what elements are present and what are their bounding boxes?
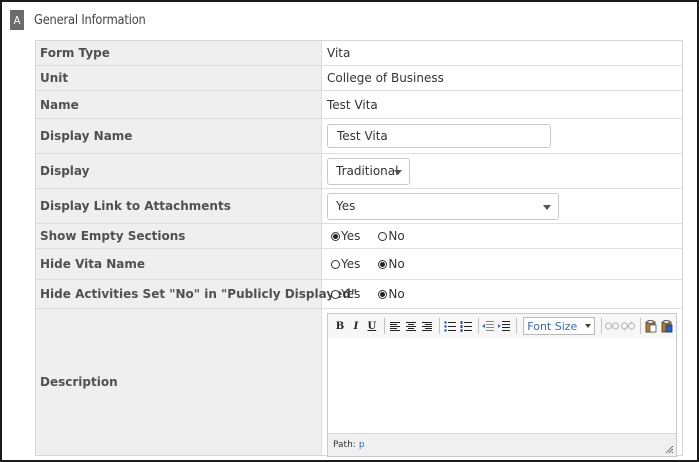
editor-content-area[interactable] [328, 338, 676, 434]
radio-label: No [388, 257, 405, 271]
show-empty-no-radio[interactable] [378, 231, 388, 241]
form-row-display-link: Display Link to Attachments Yes [36, 189, 682, 224]
hide-vita-name-no-radio[interactable] [378, 259, 388, 269]
paste-icon[interactable] [644, 318, 658, 334]
field-label: Description [36, 309, 322, 455]
display-link-select[interactable]: Yes [327, 192, 559, 220]
align-center-icon[interactable] [404, 318, 418, 334]
display-select[interactable]: Traditional [327, 157, 410, 185]
form-row-unit: Unit College of Business [36, 66, 682, 91]
form-row-display: Display Traditional [36, 154, 682, 189]
field-label: Display [36, 154, 322, 188]
radio-label: No [388, 229, 405, 243]
field-label: Show Empty Sections [36, 224, 322, 248]
field-label: Hide Vita Name [36, 249, 322, 279]
hide-activities-yes-option[interactable]: Yes [331, 287, 360, 301]
description-cell: B I U Font Size Path: p [323, 309, 682, 457]
field-label: Display Link to Attachments [36, 189, 322, 223]
form-row-show-empty-sections: Show Empty Sections Yes No [36, 224, 682, 249]
path-element-link[interactable]: p [359, 440, 365, 450]
align-right-icon[interactable] [420, 318, 434, 334]
hide-vita-name-yes-option[interactable]: Yes [331, 257, 360, 271]
hide-activities-no-radio[interactable] [378, 289, 388, 299]
form-row-form-type: Form Type Vita [36, 41, 682, 66]
display-link-cell: Yes [323, 189, 682, 223]
bullet-list-icon[interactable] [443, 318, 457, 334]
form-type-value: Vita [327, 46, 351, 60]
form-row-description: Description B I U Font Size Path: p [36, 309, 682, 457]
chevron-down-icon [585, 324, 592, 328]
toolbar-divider [516, 318, 518, 334]
hide-vita-name-cell: Yes No [323, 249, 682, 279]
indent-icon[interactable] [497, 318, 511, 334]
radio-label: Yes [341, 287, 361, 301]
field-label: Display Name [36, 119, 322, 153]
form-row-name: Name Test Vita [36, 91, 682, 119]
font-size-select[interactable]: Font Size [523, 317, 596, 335]
show-empty-cell: Yes No [323, 224, 682, 248]
hide-activities-no-option[interactable]: No [378, 287, 405, 301]
form-row-display-name: Display Name [36, 119, 682, 154]
toolbar-divider [601, 318, 603, 334]
resize-grip-icon[interactable] [665, 445, 674, 454]
unit-value: College of Business [327, 71, 444, 85]
toolbar-divider [640, 318, 642, 334]
field-label: Name [36, 91, 322, 118]
hide-vita-name-radio-group: Yes No [327, 257, 423, 271]
unlink-icon[interactable] [621, 318, 636, 334]
link-icon[interactable] [605, 318, 620, 334]
section-badge: A [10, 10, 24, 30]
hide-activities-radio-group: Yes No [327, 287, 423, 301]
field-label: Unit [36, 66, 322, 90]
field-label: Form Type [36, 41, 322, 65]
section-header: A General Information [10, 10, 161, 30]
editor-status-bar: Path: p [328, 433, 676, 456]
display-select-value: Traditional [336, 164, 399, 178]
section-title: General Information [34, 12, 146, 28]
chevron-down-icon [394, 169, 402, 175]
hide-vita-name-yes-radio[interactable] [331, 259, 340, 269]
font-size-label: Font Size [527, 319, 578, 333]
form-row-hide-activities: Hide Activities Set "No" in "Publicly Di… [36, 280, 682, 309]
radio-label: No [388, 287, 405, 301]
radio-label: Yes [341, 257, 361, 271]
show-empty-no-option[interactable]: No [378, 229, 405, 243]
field-label: Hide Activities Set "No" in "Publicly Di… [36, 280, 357, 308]
toolbar-divider [383, 318, 385, 334]
display-name-cell [323, 119, 682, 153]
form-row-hide-vita-name: Hide Vita Name Yes No [36, 249, 682, 280]
toolbar-divider [438, 318, 440, 334]
display-name-input[interactable] [327, 124, 551, 148]
hide-activities-yes-radio[interactable] [331, 289, 340, 299]
path-label: Path: [333, 440, 356, 450]
numbered-list-icon[interactable] [459, 318, 473, 334]
show-empty-yes-radio[interactable] [331, 231, 340, 241]
toolbar-divider [477, 318, 479, 334]
bold-icon[interactable]: B [333, 318, 347, 334]
radio-label: Yes [341, 229, 361, 243]
italic-icon[interactable]: I [349, 318, 363, 334]
align-left-icon[interactable] [388, 318, 402, 334]
display-link-select-value: Yes [336, 199, 356, 213]
chevron-down-icon [543, 204, 551, 210]
paste-word-icon[interactable] [660, 318, 674, 334]
outdent-icon[interactable] [481, 318, 495, 334]
general-information-panel: A General Information Form Type Vita Uni… [0, 0, 699, 462]
show-empty-yes-option[interactable]: Yes [331, 229, 360, 243]
underline-icon[interactable]: U [365, 318, 379, 334]
display-cell: Traditional [323, 154, 682, 188]
hide-activities-cell: Yes No [323, 280, 682, 308]
show-empty-radio-group: Yes No [327, 229, 423, 243]
editor-toolbar: B I U Font Size [328, 314, 676, 338]
name-value: Test Vita [327, 97, 378, 112]
form-table: Form Type Vita Unit College of Business … [35, 40, 683, 457]
hide-vita-name-no-option[interactable]: No [378, 257, 405, 271]
description-editor: B I U Font Size Path: p [327, 313, 677, 457]
